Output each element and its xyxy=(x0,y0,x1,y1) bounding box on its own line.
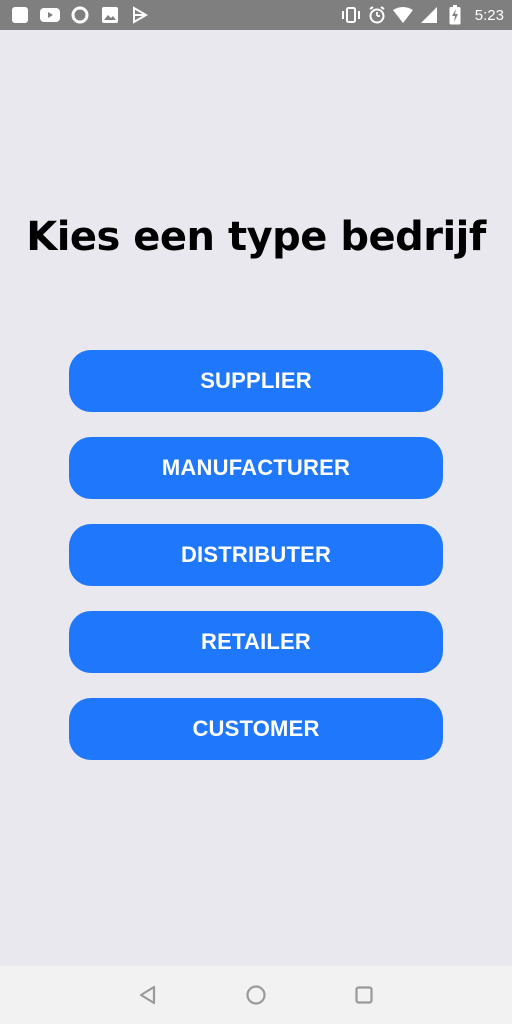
back-icon[interactable] xyxy=(130,977,166,1013)
youtube-icon xyxy=(40,5,60,25)
company-type-list: SUPPLIER MANUFACTURER DISTRIBUTER RETAIL… xyxy=(69,350,443,785)
signal-icon xyxy=(419,5,439,25)
retailer-button[interactable]: RETAILER xyxy=(69,611,443,673)
supplier-button[interactable]: SUPPLIER xyxy=(69,350,443,412)
vibrate-icon xyxy=(341,5,361,25)
navigation-bar xyxy=(0,966,512,1024)
page-title: Kies een type bedrijf xyxy=(26,214,486,260)
manufacturer-button[interactable]: MANUFACTURER xyxy=(69,437,443,499)
status-time: 5:23 xyxy=(474,6,504,24)
status-bar-right: 5:23 xyxy=(341,5,504,25)
customer-button[interactable]: CUSTOMER xyxy=(69,698,443,760)
circle-icon xyxy=(70,5,90,25)
notification-icon xyxy=(10,5,30,25)
play-store-icon xyxy=(130,5,150,25)
image-icon xyxy=(100,5,120,25)
status-bar-left xyxy=(10,5,150,25)
battery-icon xyxy=(445,5,465,25)
recents-icon[interactable] xyxy=(346,977,382,1013)
home-icon[interactable] xyxy=(238,977,274,1013)
alarm-icon xyxy=(367,5,387,25)
status-bar: 5:23 xyxy=(0,0,512,30)
wifi-icon xyxy=(392,5,413,25)
distributer-button[interactable]: DISTRIBUTER xyxy=(69,524,443,586)
